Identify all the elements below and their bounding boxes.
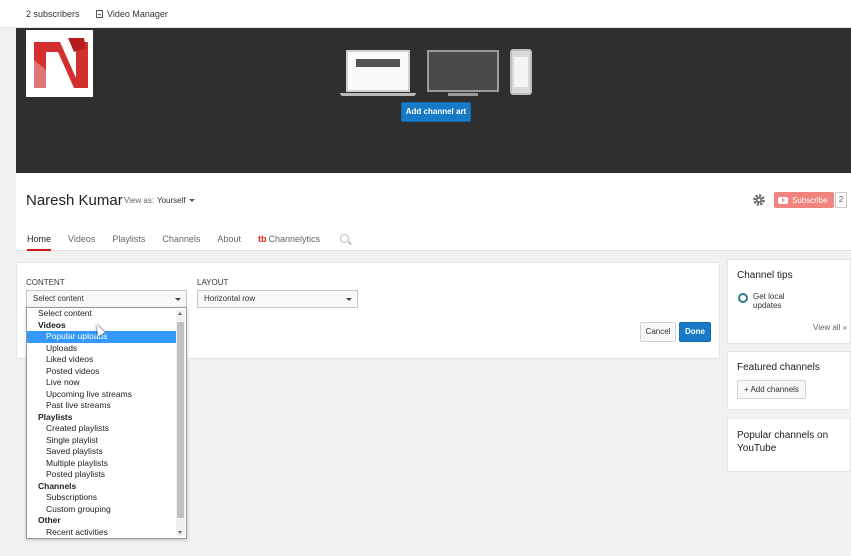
dropdown-scrollbar[interactable] [176, 310, 185, 536]
content-label: CONTENT [26, 278, 65, 287]
cancel-button[interactable]: Cancel [640, 322, 676, 342]
youtube-play-icon [778, 196, 788, 204]
dropdown-option[interactable]: Posted playlists [27, 469, 176, 481]
tab-playlists[interactable]: Playlists [112, 231, 145, 251]
scroll-up-icon[interactable] [178, 312, 182, 315]
dropdown-options: Select content Videos Popular uploads Uploa… [27, 308, 176, 538]
subscriber-count-text: 2 subscribers [26, 9, 80, 19]
phone-icon [510, 49, 532, 95]
popular-channels-card: Popular channels on YouTube [727, 418, 851, 472]
tab-videos[interactable]: Videos [68, 231, 95, 251]
dropdown-option[interactable]: Single playlist [27, 435, 176, 447]
dropdown-option[interactable]: Created playlists [27, 423, 176, 435]
tab-home[interactable]: Home [27, 231, 52, 251]
top-strip: 2 subscribers Video Manager [0, 0, 851, 28]
channel-banner: Add channel art [16, 28, 851, 173]
dropdown-option[interactable]: Recent activities [27, 527, 176, 539]
search-icon[interactable] [339, 234, 349, 243]
gear-icon[interactable] [752, 193, 766, 207]
video-manager-label: Video Manager [107, 9, 168, 19]
dropdown-option[interactable]: Upcoming live streams [27, 389, 176, 401]
dropdown-option[interactable]: Past live streams [27, 400, 176, 412]
scroll-down-icon[interactable] [178, 531, 182, 534]
dropdown-option[interactable]: Uploads [27, 343, 176, 355]
laptop-icon [340, 50, 416, 96]
video-manager-icon [96, 10, 103, 18]
dropdown-option[interactable]: Live now [27, 377, 176, 389]
chevron-down-icon [346, 298, 352, 301]
content-select[interactable]: Select content [26, 290, 187, 308]
dropdown-group-label: Playlists [38, 411, 73, 422]
channel-tips-title: Channel tips [737, 270, 793, 281]
layout-select[interactable]: Horizontal row [197, 290, 358, 308]
tab-channels[interactable]: Channels [162, 231, 200, 251]
channel-tips-card: Channel tips Get local updates View all … [727, 259, 851, 344]
dropdown-group-label: Channels [38, 480, 77, 491]
content-dropdown-list[interactable]: Select content Videos Popular uploads Uploa… [26, 307, 187, 539]
layout-label: LAYOUT [197, 278, 229, 287]
channel-tabs: Home Videos Playlists Channels About tb C… [16, 231, 349, 251]
progress-ring-icon [738, 293, 748, 303]
subscriber-count-badge: 2 [835, 192, 847, 208]
tab-channelytics[interactable]: tb Channelytics [258, 231, 320, 251]
subscribe-button[interactable]: Subscribe [774, 192, 834, 208]
tv-stand [448, 93, 478, 96]
popular-channels-title: Popular channels on YouTube [737, 430, 829, 454]
view-as-label: View as: [124, 196, 155, 205]
chevron-down-icon [188, 199, 195, 203]
chevron-down-icon [175, 298, 181, 301]
video-manager-link[interactable]: Video Manager [96, 9, 168, 19]
tip-item[interactable]: Get local updates [738, 292, 803, 310]
device-preview [340, 48, 540, 98]
dropdown-option[interactable]: Saved playlists [27, 446, 176, 458]
channel-logo[interactable] [26, 30, 93, 97]
dropdown-option[interactable]: Select content [27, 308, 176, 320]
add-channels-button[interactable]: + Add channels [737, 380, 806, 399]
dropdown-option[interactable]: Subscriptions [27, 492, 176, 504]
dropdown-option[interactable]: Liked videos [27, 354, 176, 366]
done-button[interactable]: Done [679, 322, 711, 342]
dropdown-option[interactable]: Multiple playlists [27, 458, 176, 470]
tip-text: Get local updates [753, 292, 785, 310]
dropdown-option[interactable]: Custom grouping [27, 504, 176, 516]
tv-icon [427, 50, 499, 92]
featured-channels-title: Featured channels [737, 362, 820, 373]
view-all-link[interactable]: View all » [813, 323, 847, 332]
scrollbar-thumb[interactable] [177, 322, 184, 518]
view-as-select[interactable]: Yourself [157, 196, 195, 205]
channel-name: Naresh Kumar [26, 192, 123, 209]
tab-about[interactable]: About [217, 231, 241, 251]
channelytics-icon: tb [257, 234, 267, 244]
channel-header: Naresh Kumar View as: Yourself Subscribe… [16, 173, 851, 251]
dropdown-group-label: Other [38, 515, 61, 525]
add-channel-art-button[interactable]: Add channel art [401, 102, 471, 122]
dropdown-option[interactable]: Posted videos [27, 366, 176, 378]
channel-logo-icon [34, 38, 88, 88]
featured-channels-card: Featured channels + Add channels [727, 351, 851, 410]
